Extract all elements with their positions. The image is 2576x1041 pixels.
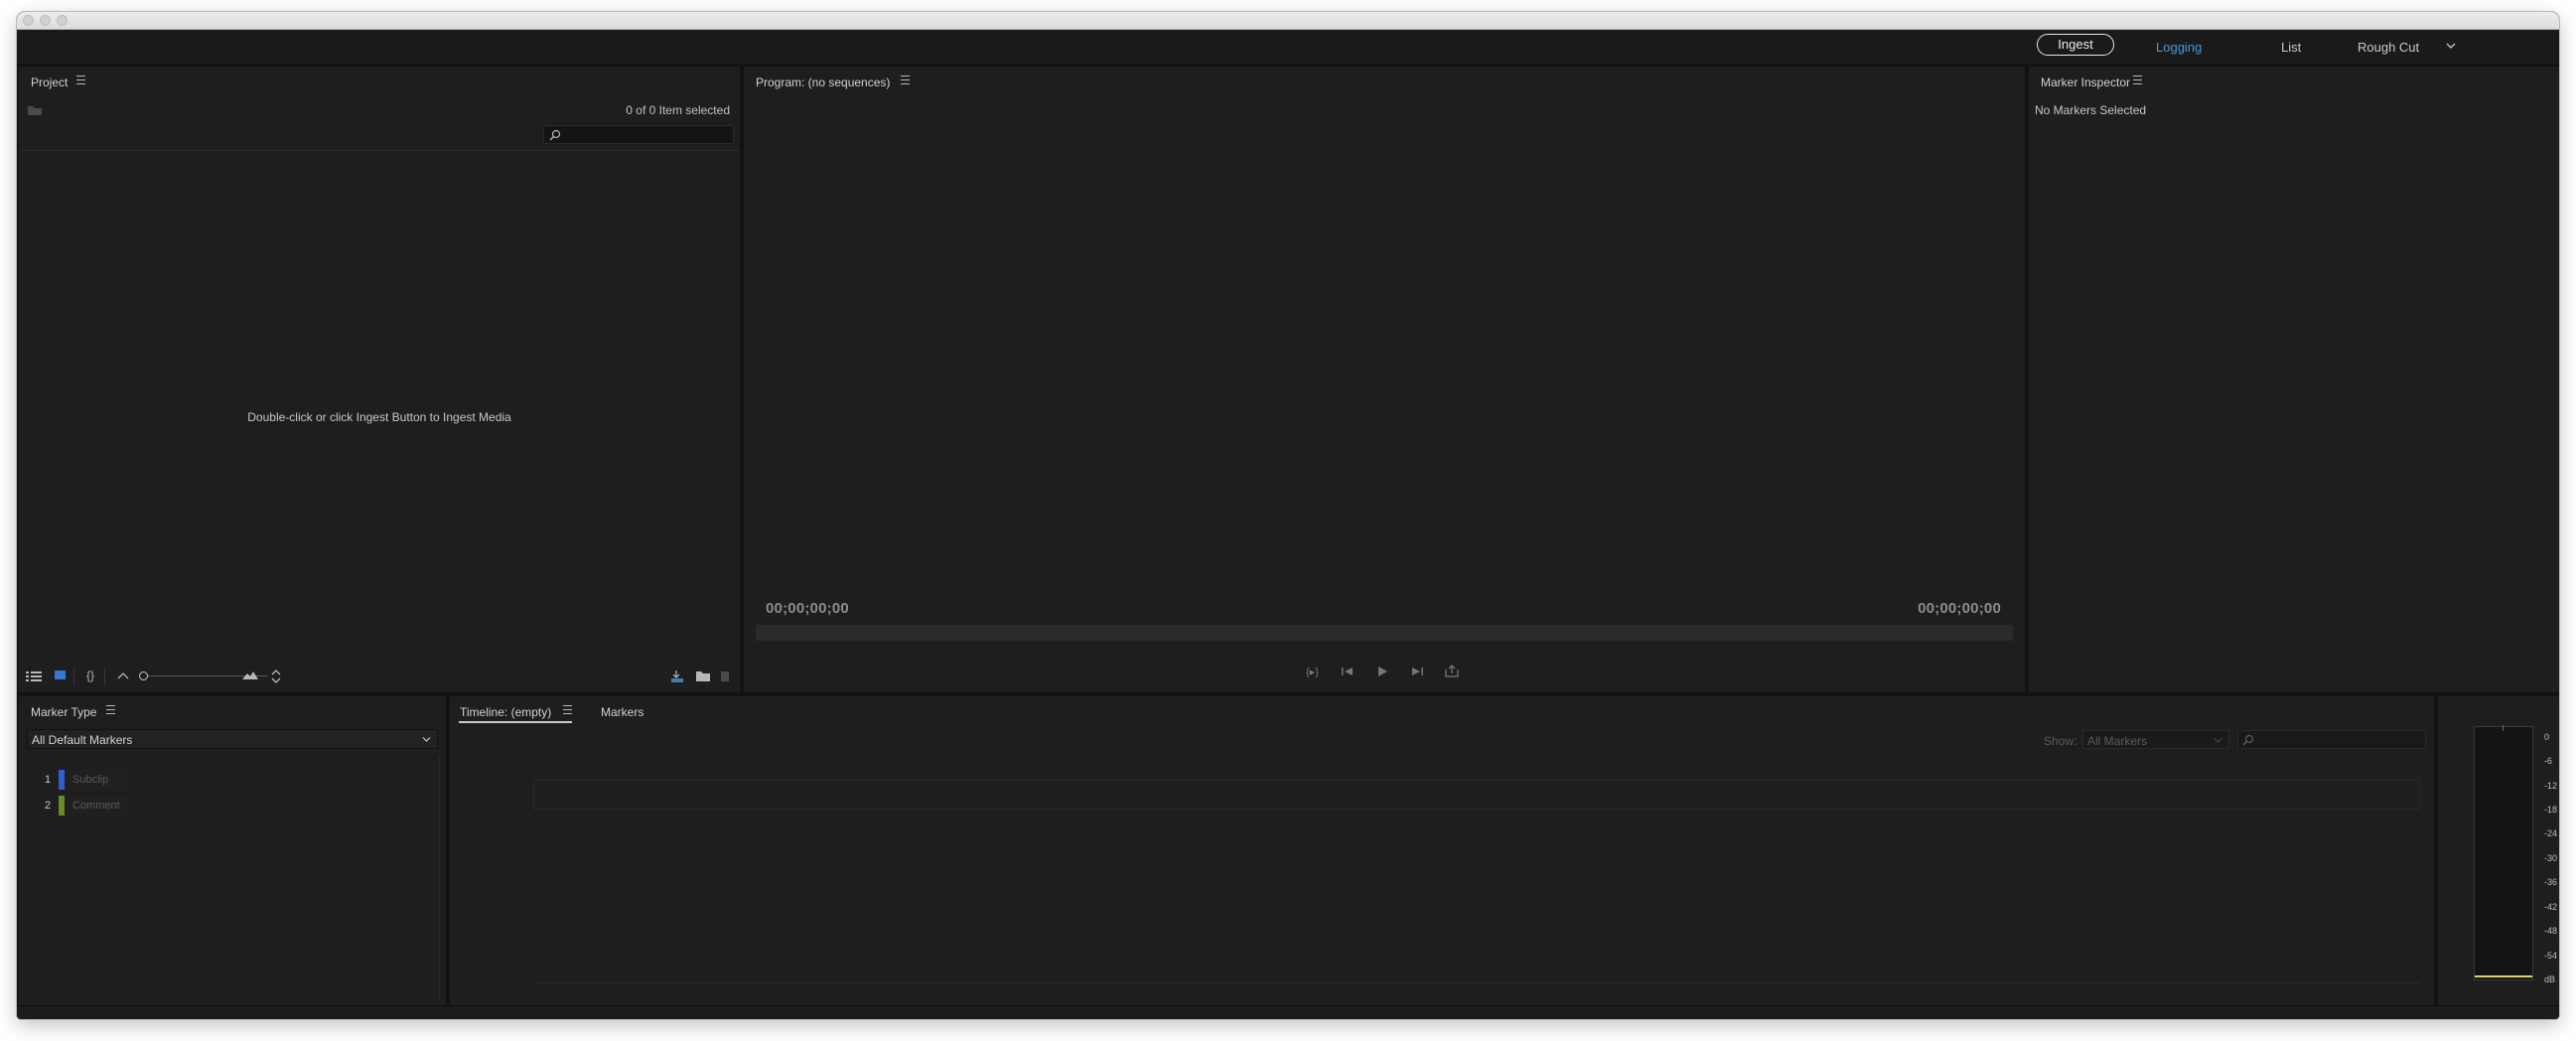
project-toolbar: {} <box>19 663 740 692</box>
project-panel-header: Project <box>19 67 740 94</box>
panel-menu-icon[interactable] <box>563 705 572 714</box>
meter-tick: -48 <box>2544 926 2558 936</box>
meter-tick: -24 <box>2544 828 2558 838</box>
workspace-bar: Ingest Logging List Rough Cut <box>17 30 2559 66</box>
marker-row-number: 2 <box>45 800 52 812</box>
ingest-settings-icon[interactable] <box>669 669 685 684</box>
show-label: Show: <box>2044 734 2077 748</box>
meter-tick: -12 <box>2544 781 2558 791</box>
zoom-slider-handle[interactable] <box>139 671 148 680</box>
meter-tick: dB <box>2544 974 2556 984</box>
marker-track[interactable] <box>533 780 2420 810</box>
meter-tick: -36 <box>2544 877 2558 887</box>
freeform-view-icon[interactable]: {} <box>86 669 94 682</box>
workspace-tab-ingest[interactable]: Ingest <box>2037 34 2114 56</box>
workspace-tab-rough-cut[interactable]: Rough Cut <box>2358 40 2419 55</box>
go-to-in-out-icon[interactable]: {▸} <box>1306 666 1324 677</box>
marker-inspector-header: Marker Inspector <box>2029 67 2559 94</box>
folder-icon <box>28 106 42 115</box>
tab-markers[interactable]: Markers <box>601 705 644 719</box>
marker-filter-value: All Default Markers <box>32 733 133 747</box>
search-icon <box>549 129 561 141</box>
status-bar <box>17 1005 2559 1019</box>
list-view-icon[interactable] <box>26 670 42 682</box>
meter-tick: 0 <box>2544 732 2550 742</box>
divider <box>19 150 740 151</box>
show-markers-dropdown[interactable]: All Markers <box>2082 730 2229 749</box>
trash-icon[interactable] <box>720 670 730 682</box>
empty-state-message: Double-click or click Ingest Button to I… <box>247 410 511 424</box>
marker-type-panel: Marker Type All Default Markers 1 Subcli… <box>19 696 446 1005</box>
marker-inspector-panel: Marker Inspector No Markers Selected <box>2029 67 2559 692</box>
marker-color-swatch-comment[interactable] <box>59 796 65 816</box>
marker-color-swatch-subclip[interactable] <box>59 770 65 790</box>
svg-text:{▸}: {▸} <box>1306 667 1319 677</box>
panel-menu-icon[interactable] <box>2133 75 2142 84</box>
chevron-down-icon[interactable] <box>2446 42 2456 50</box>
panel-menu-icon[interactable] <box>901 75 910 84</box>
meter-tick: -6 <box>2544 756 2553 766</box>
new-bin-icon[interactable] <box>696 670 710 682</box>
program-panel-header: Program: (no sequences) <box>744 67 2025 94</box>
export-frame-icon[interactable] <box>1445 665 1459 677</box>
search-icon <box>2242 734 2254 746</box>
minimize-window-button[interactable] <box>40 15 51 26</box>
tab-timeline[interactable]: Timeline: (empty) <box>460 705 551 719</box>
marker-filter-dropdown[interactable]: All Default Markers <box>27 729 438 749</box>
timecode-in[interactable]: 00;00;00;00 <box>766 600 849 617</box>
chevron-down-icon <box>422 737 431 742</box>
timeline-header: Timeline: (empty) Markers <box>450 696 2434 724</box>
panel-menu-icon[interactable] <box>106 705 115 714</box>
timeline-panel: Timeline: (empty) Markers Show: All Mark… <box>450 696 2434 1005</box>
zoom-window-button[interactable] <box>57 15 68 26</box>
close-window-button[interactable] <box>23 15 34 26</box>
timecode-out[interactable]: 00;00;00;00 <box>1918 600 2001 617</box>
sort-icon[interactable] <box>271 669 281 684</box>
program-monitor-panel: Program: (no sequences) 00;00;00;00 00;0… <box>744 67 2025 692</box>
chevron-down-icon <box>2214 738 2222 743</box>
meter-tick: -30 <box>2544 853 2558 863</box>
workspace-tab-list[interactable]: List <box>2281 40 2301 55</box>
meter-tick: -54 <box>2544 951 2558 961</box>
audio-meter[interactable] <box>2474 725 2533 980</box>
marker-row-number: 1 <box>45 774 52 786</box>
project-search-input[interactable] <box>543 125 734 144</box>
show-markers-value: All Markers <box>2087 734 2148 748</box>
panel-menu-icon[interactable] <box>76 75 85 84</box>
scrubber-bar[interactable] <box>756 625 2013 641</box>
icon-view-icon[interactable] <box>55 669 67 681</box>
program-panel-title[interactable]: Program: (no sequences) <box>756 75 890 89</box>
project-panel-title[interactable]: Project <box>31 75 68 89</box>
zoom-in-icon[interactable] <box>242 670 258 680</box>
zoom-out-icon[interactable] <box>117 671 129 679</box>
play-icon[interactable] <box>1376 666 1388 677</box>
audio-meter-panel <box>2438 696 2559 1005</box>
app-window: Ingest Logging List Rough Cut Project 0 … <box>17 12 2559 1019</box>
project-panel: Project 0 of 0 Item selected Double-clic… <box>19 67 740 692</box>
marker-label-subclip[interactable]: Subclip <box>67 770 128 790</box>
marker-label-comment[interactable]: Comment <box>67 796 128 816</box>
audio-level-bar <box>2475 975 2532 977</box>
selection-count: 0 of 0 Item selected <box>626 103 730 117</box>
title-bar <box>17 12 2559 30</box>
step-back-icon[interactable] <box>1341 667 1355 676</box>
step-forward-icon[interactable] <box>1410 667 1424 676</box>
active-tab-underline <box>459 721 572 723</box>
no-markers-status: No Markers Selected <box>2035 103 2147 117</box>
timeline-baseline <box>533 982 2420 983</box>
marker-inspector-title[interactable]: Marker Inspector <box>2041 75 2130 89</box>
workspace-tab-logging[interactable]: Logging <box>2156 40 2202 55</box>
meter-tick: -18 <box>2544 805 2558 815</box>
marker-type-header: Marker Type <box>19 696 446 724</box>
marker-type-title[interactable]: Marker Type <box>31 705 96 719</box>
meter-tick: -42 <box>2544 902 2558 912</box>
markers-search-input[interactable] <box>2237 730 2426 749</box>
